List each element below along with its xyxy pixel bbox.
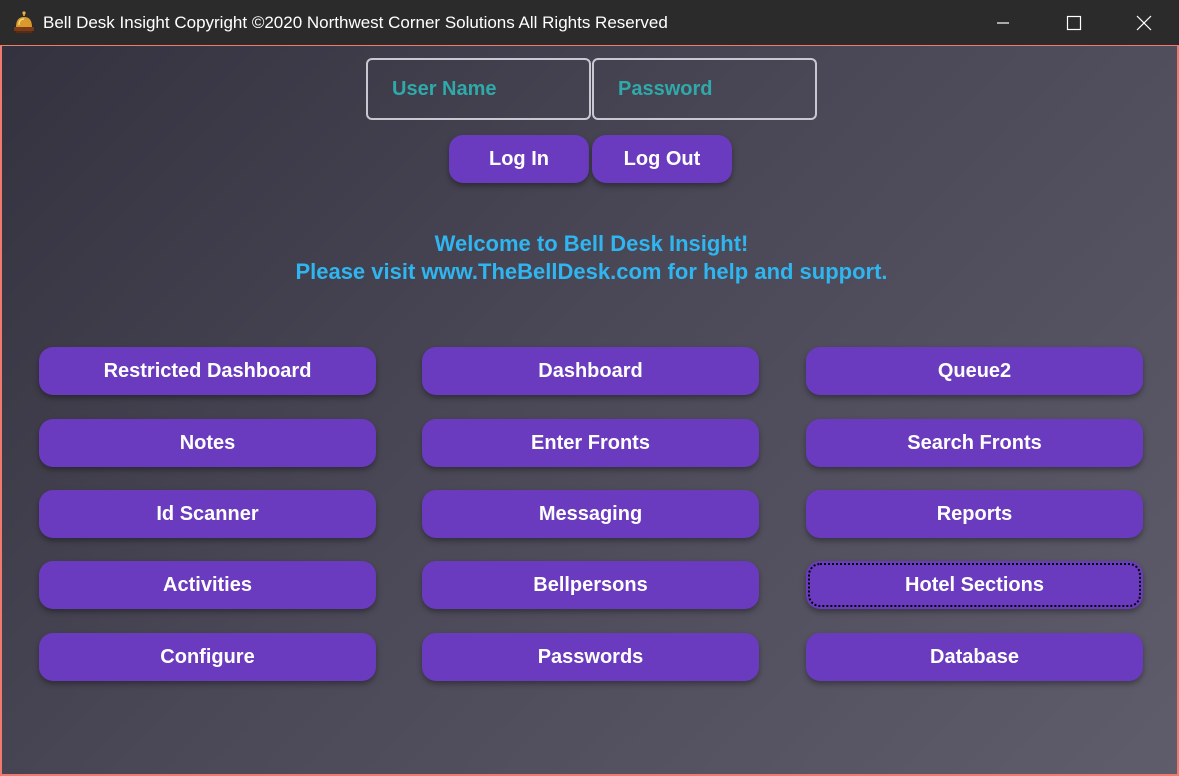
passwords-button[interactable]: Passwords [422,633,759,681]
reports-button[interactable]: Reports [806,490,1143,538]
button-label: Database [930,645,1019,668]
restricted-dashboard-button[interactable]: Restricted Dashboard [39,347,376,395]
button-label: Restricted Dashboard [103,359,312,382]
password-input[interactable] [592,58,817,120]
button-label: Notes [179,431,236,454]
enter-fronts-button[interactable]: Enter Fronts [422,419,759,467]
log-in-button[interactable]: Log In [449,135,589,183]
app-window: Bell Desk Insight Copyright ©2020 Northw… [0,0,1179,776]
button-label: Configure [160,645,255,668]
database-button[interactable]: Database [806,633,1143,681]
main-panel: Log In Log Out Welcome to Bell Desk Insi… [0,45,1179,776]
support-message: Please visit www.TheBellDesk.com for hel… [295,259,888,284]
hotel-sections-button[interactable]: Hotel Sections [806,561,1143,609]
messaging-button[interactable]: Messaging [422,490,759,538]
button-label: Id Scanner [156,502,259,525]
id-scanner-button[interactable]: Id Scanner [39,490,376,538]
configure-button[interactable]: Configure [39,633,376,681]
queue2-button[interactable]: Queue2 [806,347,1143,395]
maximize-button[interactable] [1038,0,1109,45]
activities-button[interactable]: Activities [39,561,376,609]
close-button[interactable] [1108,0,1179,45]
button-label: Hotel Sections [905,573,1044,596]
username-input[interactable] [366,58,591,120]
bellpersons-button[interactable]: Bellpersons [422,561,759,609]
button-label: Queue2 [937,359,1012,382]
dashboard-button[interactable]: Dashboard [422,347,759,395]
bell-icon [14,11,34,33]
log-out-button[interactable]: Log Out [592,135,732,183]
log-in-label: Log In [489,147,549,170]
button-label: Reports [936,502,1013,525]
button-label: Enter Fronts [531,431,650,454]
button-label: Activities [163,573,252,596]
button-label: Passwords [537,645,644,668]
log-out-label: Log Out [623,147,701,170]
welcome-heading: Welcome to Bell Desk Insight! [434,231,749,256]
maximize-icon [1066,15,1081,30]
button-label: Bellpersons [533,573,648,596]
button-label: Dashboard [538,359,643,382]
button-label: Search Fronts [907,431,1042,454]
button-label: Messaging [538,502,643,525]
close-icon [1136,15,1151,30]
notes-button[interactable]: Notes [39,419,376,467]
minimize-icon [996,21,1009,24]
minimize-button[interactable] [967,0,1038,45]
window-title: Bell Desk Insight Copyright ©2020 Northw… [43,13,668,32]
search-fronts-button[interactable]: Search Fronts [806,419,1143,467]
title-bar[interactable]: Bell Desk Insight Copyright ©2020 Northw… [0,0,1179,45]
